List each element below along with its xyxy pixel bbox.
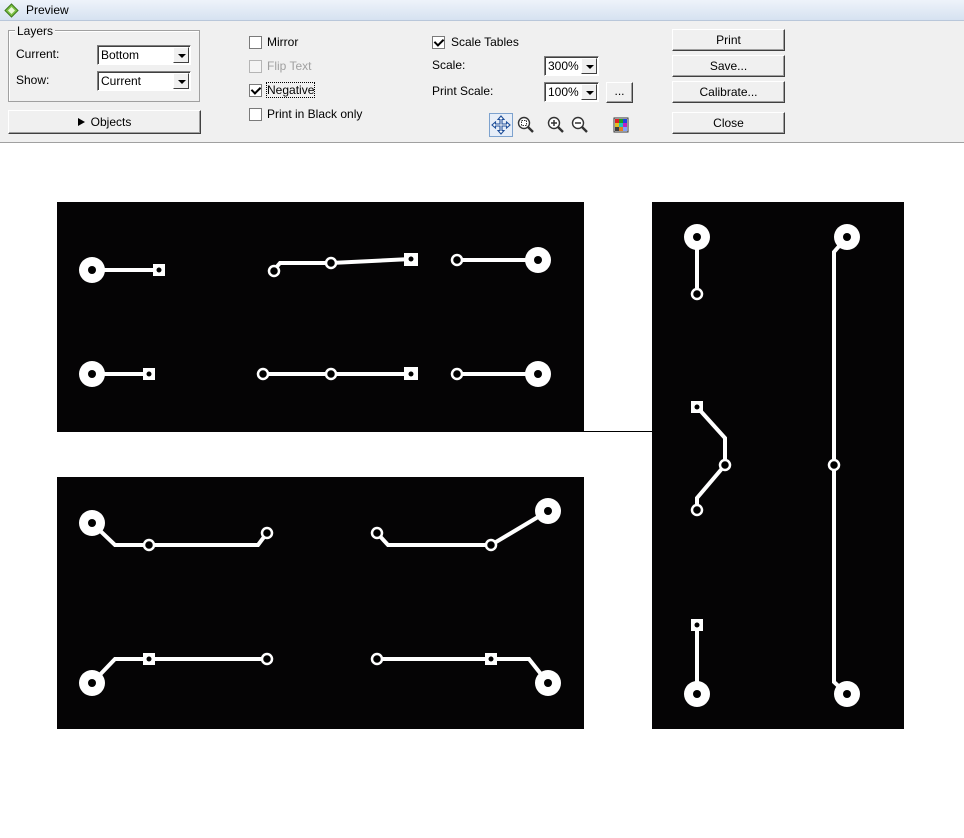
zoom-in-icon[interactable] (546, 115, 566, 135)
objects-button-label: Objects (90, 115, 132, 129)
current-layer-label: Current: (16, 47, 60, 61)
scale-tables-label[interactable]: Scale Tables (451, 35, 519, 49)
objects-button[interactable]: Objects (8, 110, 201, 134)
show-layer-label: Show: (16, 73, 50, 87)
close-button[interactable]: Close (672, 112, 785, 134)
pcb-artwork (79, 498, 561, 696)
show-layer-select[interactable]: Current (97, 71, 191, 91)
negative-label[interactable]: Negative (265, 82, 316, 98)
move-icon[interactable] (489, 113, 513, 137)
flip-text-label: Flip Text (267, 59, 312, 73)
current-layer-select[interactable]: Bottom (97, 45, 191, 65)
layers-legend: Layers (15, 24, 56, 38)
preview-canvas[interactable] (0, 143, 964, 838)
pcb-artwork (684, 224, 860, 707)
play-icon (77, 118, 85, 126)
window-title: Preview (26, 3, 69, 17)
mirror-label[interactable]: Mirror (267, 35, 298, 49)
app-icon (4, 3, 19, 18)
print-scale-value: 100% (548, 85, 579, 99)
chevron-down-icon[interactable] (581, 58, 597, 74)
color-palette-icon[interactable] (611, 115, 631, 135)
print-scale-label: Print Scale: (432, 84, 494, 98)
flip-text-checkbox (249, 60, 262, 73)
layers-group: Layers Current: Bottom Show: Current (8, 24, 200, 102)
zoom-out-icon[interactable] (570, 115, 590, 135)
pcb-board-bottom-left (57, 477, 584, 729)
calibrate-button[interactable]: Calibrate... (672, 81, 785, 103)
save-button[interactable]: Save... (672, 55, 785, 77)
options-panel: Layers Current: Bottom Show: Current Obj… (0, 21, 964, 143)
scale-select[interactable]: 300% (544, 56, 599, 76)
pcb-board-right (652, 202, 904, 729)
current-layer-value: Bottom (101, 48, 140, 62)
title-bar: Preview (0, 0, 964, 21)
pcb-artwork (79, 247, 551, 387)
print-button[interactable]: Print (672, 29, 785, 51)
board-separator-line (584, 431, 652, 432)
scale-label: Scale: (432, 58, 466, 72)
chevron-down-icon[interactable] (581, 84, 597, 100)
scale-value: 300% (548, 59, 579, 73)
print-black-only-label[interactable]: Print in Black only (267, 107, 362, 121)
print-scale-select[interactable]: 100% (544, 82, 599, 102)
chevron-down-icon[interactable] (173, 73, 189, 89)
mirror-checkbox[interactable] (249, 36, 262, 49)
pcb-board-top-left (57, 202, 584, 432)
chevron-down-icon[interactable] (173, 47, 189, 63)
scale-tables-checkbox[interactable] (432, 36, 445, 49)
negative-checkbox[interactable] (249, 84, 262, 97)
print-black-only-checkbox[interactable] (249, 108, 262, 121)
show-layer-value: Current (101, 74, 142, 88)
print-scale-more-button[interactable]: ... (606, 82, 633, 103)
zoom-window-icon[interactable] (516, 115, 536, 135)
